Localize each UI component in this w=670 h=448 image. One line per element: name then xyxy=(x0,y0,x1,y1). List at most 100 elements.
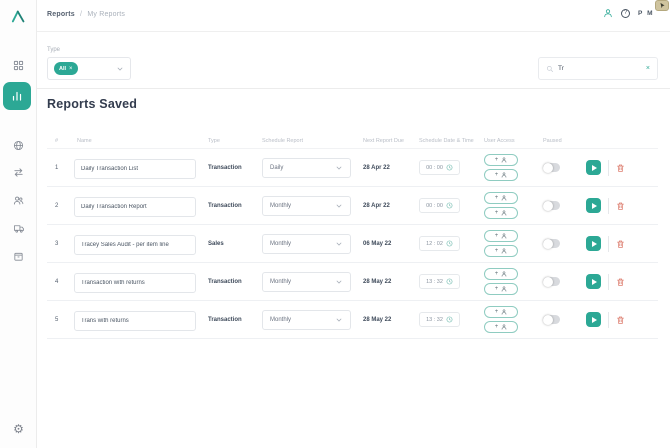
person-icon xyxy=(501,157,507,163)
schedule-report-select[interactable]: Monthly xyxy=(262,196,351,216)
user-access-button[interactable]: + xyxy=(484,169,518,181)
user-access-button[interactable]: + xyxy=(484,154,518,166)
report-type: Transaction xyxy=(200,317,254,323)
schedule-report-select[interactable]: Monthly xyxy=(262,310,351,330)
paused-toggle[interactable] xyxy=(543,315,560,324)
user-access-button[interactable]: + xyxy=(484,268,518,280)
schedule-time-input[interactable]: 00 : 00 xyxy=(419,160,460,175)
run-report-button[interactable] xyxy=(586,160,601,175)
report-type: Sales xyxy=(200,241,254,247)
grid-icon xyxy=(13,60,24,71)
user-access-button[interactable]: + xyxy=(484,321,518,333)
delete-report-button[interactable] xyxy=(616,239,625,249)
sidebar-item-transfers[interactable] xyxy=(0,167,37,178)
user-initials[interactable]: P M xyxy=(638,10,654,17)
sidebar-item-users[interactable] xyxy=(0,195,37,206)
schedule-time-input[interactable]: 00 : 00 xyxy=(419,198,460,213)
delete-report-button[interactable] xyxy=(616,315,625,325)
run-report-button[interactable] xyxy=(586,312,601,327)
swap-arrows-icon xyxy=(13,167,24,178)
sidebar-item-reports[interactable] xyxy=(3,82,31,110)
col-header-datetime: Schedule Date & Time xyxy=(417,138,482,144)
type-filter-select[interactable]: All × xyxy=(47,57,131,80)
time-value: 00 : 00 xyxy=(426,203,443,209)
help-icon[interactable]: ? xyxy=(621,9,630,18)
search-clear-icon[interactable]: × xyxy=(646,65,650,72)
help-glyph: ? xyxy=(624,10,627,16)
delete-report-button[interactable] xyxy=(616,277,625,287)
schedule-report-select[interactable]: Daily xyxy=(262,158,351,178)
type-filter-chip[interactable]: All × xyxy=(54,62,78,75)
next-report-due: 06 May 22 xyxy=(359,241,417,247)
report-name-input[interactable] xyxy=(74,197,196,217)
plus-icon: + xyxy=(495,195,499,201)
schedule-time-input[interactable]: 13 : 32 xyxy=(419,274,460,289)
sidebar-item-delivery[interactable] xyxy=(0,223,37,234)
user-access-button[interactable]: + xyxy=(484,207,518,219)
type-filter-label: Type xyxy=(47,47,60,53)
chip-remove-icon[interactable]: × xyxy=(69,66,73,72)
report-name-input[interactable] xyxy=(74,273,196,293)
breadcrumb-parent[interactable]: Reports xyxy=(47,11,75,18)
settings-gear-icon[interactable]: ⚙ xyxy=(0,422,37,436)
run-report-button[interactable] xyxy=(586,274,601,289)
sidebar-item-globe[interactable] xyxy=(0,140,37,151)
row-number: 1 xyxy=(47,165,69,171)
report-name-input[interactable] xyxy=(74,235,196,255)
filter-band: Type All × Tr × xyxy=(37,32,670,89)
schedule-time-input[interactable]: 13 : 32 xyxy=(419,312,460,327)
report-name-input[interactable] xyxy=(74,311,196,331)
paused-toggle[interactable] xyxy=(543,201,560,210)
report-type: Transaction xyxy=(200,203,254,209)
schedule-time-input[interactable]: 12 : 02 xyxy=(419,236,460,251)
paused-toggle[interactable] xyxy=(543,163,560,172)
user-access-button[interactable]: + xyxy=(484,283,518,295)
chevron-down-icon xyxy=(116,65,124,73)
delete-report-button[interactable] xyxy=(616,201,625,211)
run-report-button[interactable] xyxy=(586,198,601,213)
report-name-input[interactable] xyxy=(74,159,196,179)
schedule-report-select[interactable]: Monthly xyxy=(262,272,351,292)
delete-report-button[interactable] xyxy=(616,163,625,173)
col-header-due: Next Report Due xyxy=(359,138,417,144)
chip-label: All xyxy=(59,66,66,72)
clock-icon xyxy=(446,316,453,323)
user-access-button[interactable]: + xyxy=(484,192,518,204)
paused-toggle[interactable] xyxy=(543,277,560,286)
col-header-num: # xyxy=(47,138,69,144)
chevron-down-icon xyxy=(335,240,343,248)
gear-glyph: ⚙ xyxy=(13,422,24,436)
toggle-knob xyxy=(543,163,553,173)
schedule-report-select[interactable]: Monthly xyxy=(262,234,351,254)
plus-icon: + xyxy=(495,172,499,178)
person-icon xyxy=(501,286,507,292)
run-report-button[interactable] xyxy=(586,236,601,251)
user-profile-icon[interactable] xyxy=(603,8,613,18)
user-access-button[interactable]: + xyxy=(484,306,518,318)
app-logo[interactable] xyxy=(0,8,37,25)
user-access-group: + + xyxy=(484,306,539,333)
time-value: 12 : 02 xyxy=(426,241,443,247)
user-access-group: + + xyxy=(484,230,539,257)
search-input[interactable]: Tr × xyxy=(538,57,658,80)
breadcrumb-current: My Reports xyxy=(87,11,125,18)
time-value: 13 : 32 xyxy=(426,279,443,285)
row-number: 2 xyxy=(47,203,69,209)
row-number: 3 xyxy=(47,241,69,247)
reports-table: # Name Type Schedule Report Next Report … xyxy=(47,133,658,339)
sidebar-item-orders[interactable] xyxy=(0,251,37,262)
action-divider xyxy=(608,312,609,328)
user-access-button[interactable]: + xyxy=(484,230,518,242)
paused-toggle[interactable] xyxy=(543,239,560,248)
person-icon xyxy=(501,248,507,254)
user-access-button[interactable]: + xyxy=(484,245,518,257)
users-icon xyxy=(13,195,24,206)
play-icon xyxy=(592,279,597,285)
trash-icon xyxy=(616,201,625,211)
bar-chart-icon xyxy=(11,90,23,102)
page-title: Reports Saved xyxy=(47,97,137,111)
sidebar-item-dashboard[interactable] xyxy=(0,60,37,71)
clock-icon xyxy=(446,240,453,247)
package-box-icon xyxy=(13,251,24,262)
table-header: # Name Type Schedule Report Next Report … xyxy=(47,133,658,149)
